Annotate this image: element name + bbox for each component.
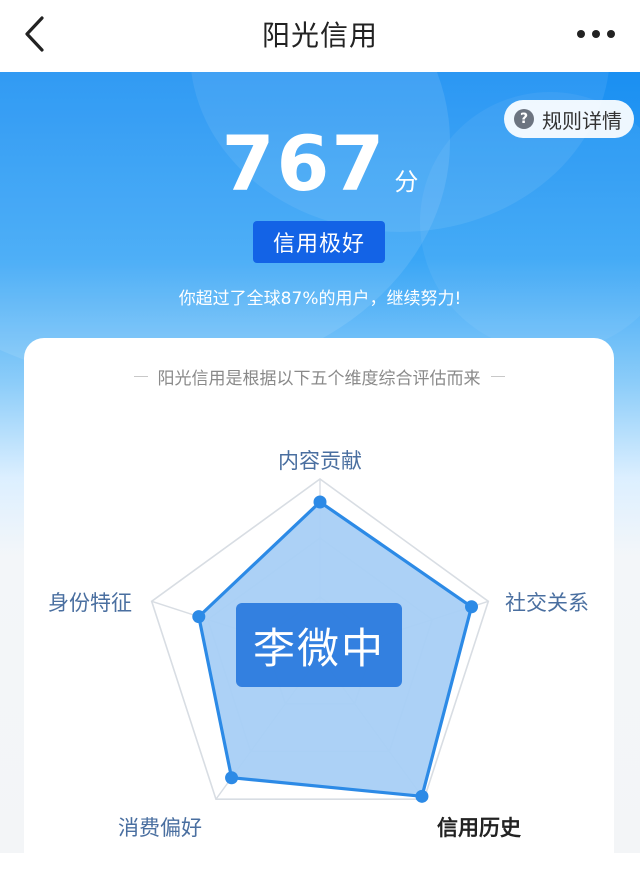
radar-point-2 bbox=[415, 789, 429, 803]
radar-label-1: 社交关系 bbox=[505, 591, 589, 615]
radar-label-2: 信用历史 bbox=[437, 816, 522, 840]
watermark: 李微中 bbox=[236, 603, 402, 687]
page-title: 阳光信用 bbox=[261, 19, 378, 52]
score-unit: 分 bbox=[394, 168, 419, 196]
radar-point-0 bbox=[313, 495, 327, 509]
radar-point-4 bbox=[192, 610, 206, 624]
score-value: 767 bbox=[221, 119, 387, 208]
rank-text: 你超过了全球87%的用户，继续努力! bbox=[178, 289, 462, 309]
credit-score: 767 分 bbox=[0, 122, 640, 206]
radar-card: 阳光信用是根据以下五个维度综合评估而来 内容贡献 社交关系 信用历史 消费偏好 身份特征… bbox=[24, 338, 614, 878]
radar-label-4: 身份特征 bbox=[48, 591, 132, 615]
credit-level-badge: 信用极好 bbox=[253, 221, 385, 263]
nav-bar: 阳光信用 bbox=[0, 0, 640, 72]
radar-label-0: 内容贡献 bbox=[278, 449, 362, 473]
more-horizontal-icon bbox=[577, 30, 615, 38]
radar-point-3 bbox=[225, 771, 239, 785]
radar-label-3: 消费偏好 bbox=[118, 816, 202, 840]
more-button[interactable] bbox=[574, 16, 618, 52]
radar-point-1 bbox=[465, 600, 479, 614]
